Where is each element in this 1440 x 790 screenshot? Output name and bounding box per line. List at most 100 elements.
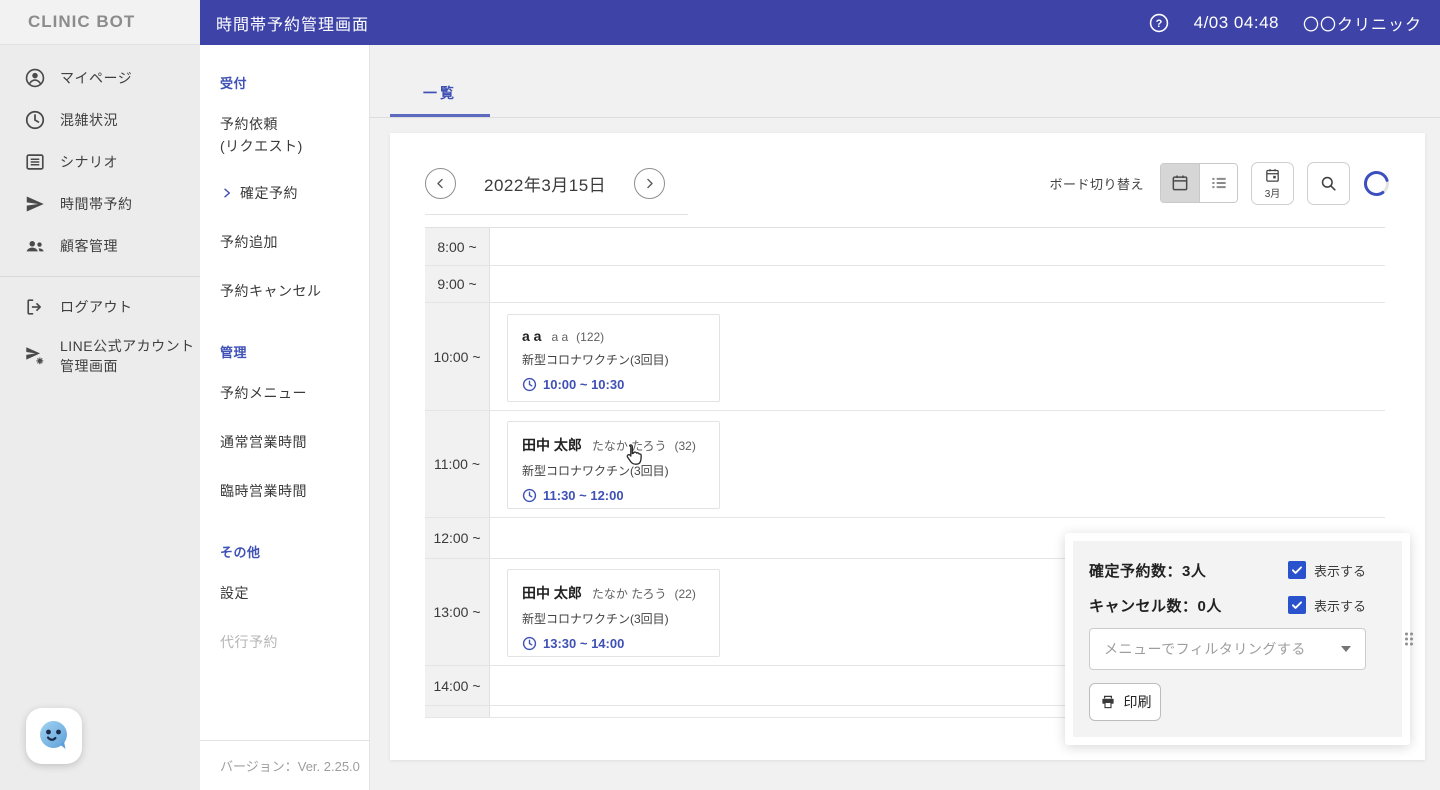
sidebar-divider [0, 276, 200, 277]
show-label: 表示する [1313, 563, 1366, 579]
appointment-menu: 新型コロナワクチン(3回目) [522, 464, 669, 478]
checkbox-checked-icon[interactable] [1287, 561, 1306, 579]
sidebar-item-logout[interactable]: ログアウト [0, 286, 200, 328]
top-bar-main: 時間帯予約管理画面 ? 4/03 04:48 〇〇クリニック [200, 0, 1440, 45]
patient-name: a a [522, 328, 542, 344]
patient-kana: たなか たろう [591, 439, 667, 453]
search-icon [1321, 176, 1336, 191]
submenu-item-add-reservation[interactable]: 予約追加 [220, 232, 355, 252]
time-label: 13:00 ~ [425, 559, 490, 665]
submenu-item-request[interactable]: 予約依頼 (リクエスト) [220, 114, 355, 157]
clock-icon [522, 377, 537, 392]
drag-handle[interactable] [1401, 629, 1412, 650]
schedule-cell[interactable] [490, 228, 1385, 265]
search-button[interactable] [1307, 161, 1350, 205]
filter-placeholder: メニューでフィルタリングする [1104, 641, 1306, 657]
checkbox-checked-icon[interactable] [1287, 596, 1306, 614]
app-logo: CLINIC BOT [0, 0, 200, 45]
appointment-card[interactable]: 田中 太郎 たなか たろう (32) 新型コロナワクチン(3回目) 11:30 … [507, 421, 720, 509]
appointment-card[interactable]: a a a a (122) 新型コロナワクチン(3回目) 10:00 ~ 10:… [507, 314, 720, 402]
calendar-icon [1172, 175, 1188, 191]
loading-spinner-icon [1363, 170, 1390, 197]
appointment-menu: 新型コロナワクチン(3回目) [522, 353, 669, 367]
board-toggle-label: ボード切り替え [1049, 176, 1144, 192]
calendar-month-icon [1266, 168, 1279, 182]
sidebar-item-timeslot[interactable]: 時間帯予約 [0, 183, 200, 225]
tab-list[interactable]: 一覧 [390, 71, 490, 117]
submenu-item-regular-hours[interactable]: 通常営業時間 [220, 432, 355, 452]
clock-icon [24, 109, 46, 131]
submenu-heading-other: その他 [220, 545, 261, 561]
board-controls: ボード切り替え 3月 [1049, 161, 1390, 205]
submenu-heading-management: 管理 [220, 345, 248, 361]
tab-bar: 一覧 [370, 45, 1440, 118]
submenu-item-proxy-reservation: 代行予約 [220, 634, 278, 651]
board-view-toggle [1160, 163, 1238, 203]
month-view-button[interactable]: 3月 [1251, 161, 1294, 205]
sidebar-item-congestion[interactable]: 混雑状況 [0, 99, 200, 141]
time-label: 12:00 ~ [425, 518, 490, 558]
sidebar-item-mypage[interactable]: マイページ [0, 57, 200, 99]
sidebar-item-label: 混雑状況 [60, 112, 118, 128]
menu-filter-select[interactable]: メニューでフィルタリングする [1089, 628, 1366, 670]
date-navigation: 2022年3月15日 [425, 167, 666, 199]
time-label: 11:00 ~ [425, 411, 490, 517]
submenu-item-temporary-hours[interactable]: 臨時営業時間 [220, 481, 355, 501]
appointment-card[interactable]: 田中 太郎 たなか たろう (22) 新型コロナワクチン(3回目) 13:30 … [507, 569, 720, 657]
sidebar-item-customers[interactable]: 顧客管理 [0, 225, 200, 267]
time-label: 9:00 ~ [425, 266, 490, 302]
clock-icon [522, 488, 537, 503]
sidebar-item-scenario[interactable]: シナリオ [0, 141, 200, 183]
chatbot-button[interactable] [26, 708, 82, 764]
page-title: 時間帯予約管理画面 [216, 16, 370, 34]
print-button[interactable]: 印刷 [1089, 683, 1161, 721]
patient-number: (122) [576, 330, 605, 344]
confirmed-show-toggle[interactable]: 表示する [1287, 561, 1366, 580]
person-icon [24, 67, 46, 89]
submenu-item-cancel-reservation[interactable]: 予約キャンセル [220, 281, 355, 301]
people-icon [24, 235, 46, 257]
clinic-name: 〇〇クリニック [1302, 16, 1422, 34]
submenu-item-settings[interactable]: 設定 [220, 583, 355, 603]
help-icon[interactable]: ? [1148, 12, 1170, 34]
sidebar-item-label: LINE公式アカウント 管理画面 [60, 337, 195, 374]
calendar-view-button[interactable] [1161, 164, 1199, 202]
sidebar-item-label: 時間帯予約 [60, 196, 133, 212]
appointment-menu: 新型コロナワクチン(3回目) [522, 612, 669, 626]
board-toolbar: 2022年3月15日 ボード切り替え 3月 [425, 157, 1390, 209]
version-label: バージョン：Ver. 2.25.0 [200, 740, 369, 790]
header-datetime: 4/03 04:48 [1193, 12, 1279, 32]
send-icon [24, 193, 46, 215]
prev-day-button[interactable] [425, 167, 456, 199]
sidebar-item-label: ログアウト [60, 299, 133, 315]
chatbot-icon [34, 716, 74, 756]
chevron-left-icon [437, 178, 443, 188]
submenu-item-reservation-menu[interactable]: 予約メニュー [220, 383, 355, 403]
next-day-button[interactable] [634, 167, 666, 199]
chevron-down-icon [1341, 646, 1351, 652]
cancelled-show-toggle[interactable]: 表示する [1287, 596, 1366, 615]
clock-icon [522, 636, 537, 651]
patient-name: 田中 太郎 [522, 585, 582, 601]
schedule-cell[interactable] [490, 266, 1385, 302]
summary-panel: 確定予約数：3人 表示する キャンセル数：0人 表示する メニューでフィルタリン… [1065, 533, 1410, 745]
sidebar-item-line-manager[interactable]: LINE公式アカウント 管理画面 [0, 328, 200, 384]
chevron-right-icon [647, 178, 653, 188]
appointment-time: 10:00 ~ 10:30 [543, 377, 625, 392]
patient-kana: たなか たろう [591, 587, 667, 601]
current-date: 2022年3月15日 [484, 175, 607, 195]
submenu: 受付 予約依頼 (リクエスト) 確定予約 予約追加 予約キャンセル 管理 予約メニ… [200, 45, 370, 790]
sidebar-item-label: シナリオ [60, 154, 118, 170]
printer-icon [1101, 695, 1114, 709]
sidebar-item-label: マイページ [60, 70, 133, 86]
month-button-label: 3月 [1264, 188, 1281, 200]
time-label [425, 706, 490, 717]
top-bar: CLINIC BOT 時間帯予約管理画面 ? 4/03 04:48 〇〇クリニッ… [0, 0, 1440, 45]
confirmed-count-label: 確定予約数：3人 [1089, 562, 1207, 580]
datenav-divider [425, 214, 688, 215]
list-view-button[interactable] [1199, 164, 1237, 202]
submenu-item-confirmed[interactable]: 確定予約 [220, 183, 355, 203]
patient-kana: a a [551, 330, 569, 344]
sidebar: マイページ 混雑状況 シナリオ 時間帯予約 顧客管理 ログアウト LINE公式ア… [0, 45, 200, 790]
main-area: 一覧 2022年3月15日 ボード切り替え 3月 8:00 ~ 9:00 ~ 1… [370, 45, 1440, 790]
